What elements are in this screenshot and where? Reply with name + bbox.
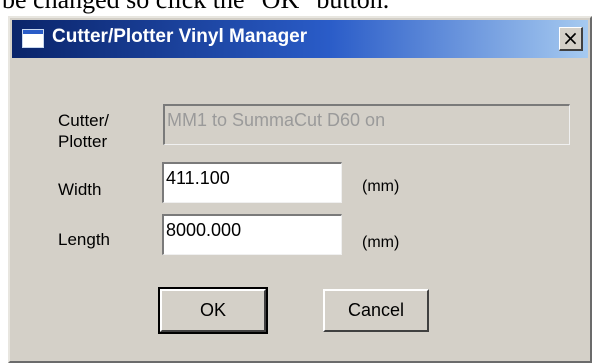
width-input[interactable]: 411.100 <box>162 162 342 203</box>
ok-button[interactable]: OK <box>158 287 268 334</box>
plotter-field: MM1 to SummaCut D60 on <box>163 104 570 145</box>
window-title: Cutter/Plotter Vinyl Manager <box>52 26 308 47</box>
length-label: Length <box>58 230 110 249</box>
length-unit: (mm) <box>362 234 400 251</box>
title-bar[interactable]: Cutter/Plotter Vinyl Manager × <box>12 20 588 58</box>
vinyl-manager-dialog: Cutter/Plotter Vinyl Manager × Cutter/ P… <box>8 16 592 363</box>
close-icon: × <box>562 26 579 50</box>
plotter-label: Cutter/ Plotter <box>58 111 110 151</box>
window-icon <box>22 29 44 48</box>
width-unit: (mm) <box>362 178 400 195</box>
cancel-button[interactable]: Cancel <box>323 289 429 332</box>
close-button[interactable]: × <box>559 27 583 51</box>
length-input[interactable]: 8000.000 <box>162 214 342 255</box>
width-label: Width <box>58 180 102 199</box>
document-instruction-text: be changed so click the "OK" button. <box>2 0 389 15</box>
